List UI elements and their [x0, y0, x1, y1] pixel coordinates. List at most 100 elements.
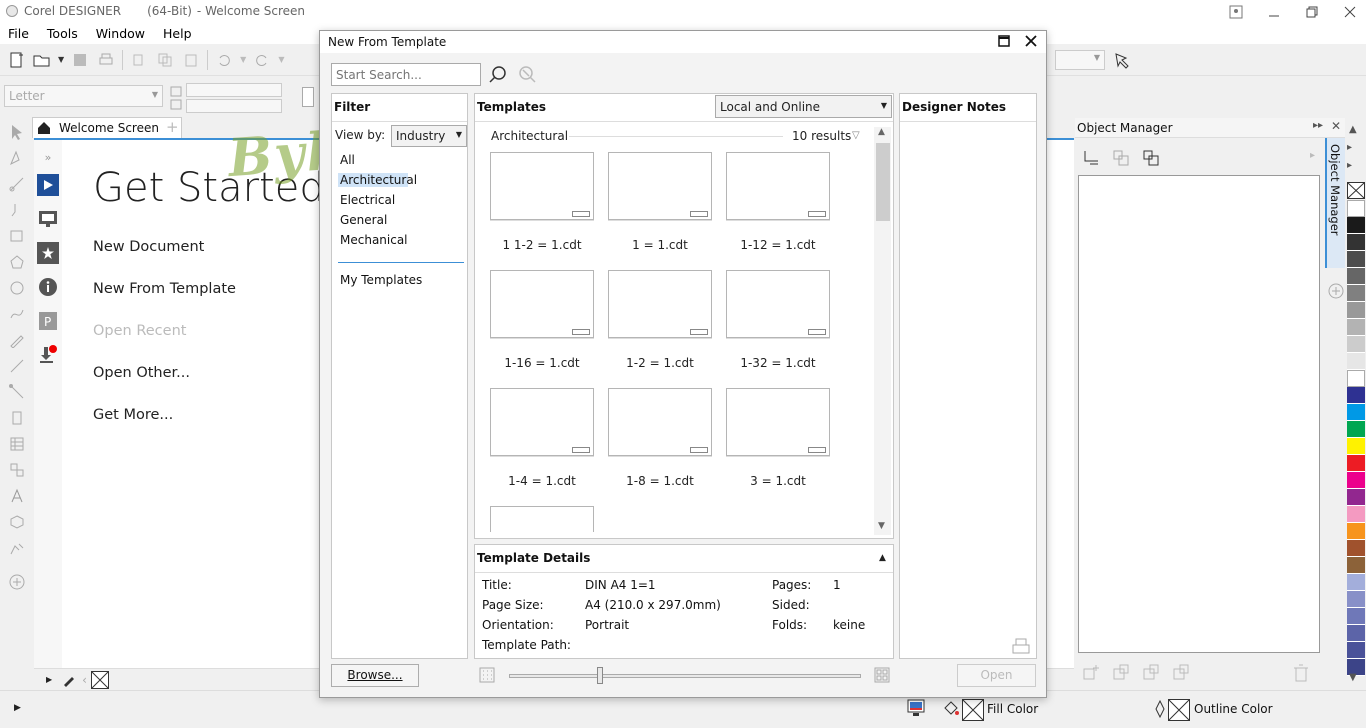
clear-search-icon[interactable]: [517, 65, 537, 85]
filter-item-my-templates[interactable]: My Templates: [340, 273, 422, 287]
menu-file[interactable]: File: [8, 26, 29, 41]
template-item[interactable]: 1-2 = 1.cdt: [603, 270, 721, 388]
template-item[interactable]: 3 = 1.cdt: [721, 388, 839, 506]
undo-dropdown-icon[interactable]: ▼: [240, 55, 246, 64]
palette-swatch[interactable]: [1347, 234, 1365, 251]
open-other-link[interactable]: Open Other...: [93, 365, 190, 381]
template-item[interactable]: 1 = 1.cdt: [603, 152, 721, 270]
template-item[interactable]: 1-12 = 1.cdt: [721, 152, 839, 270]
menu-window[interactable]: Window: [96, 26, 145, 41]
expand-nav-icon[interactable]: »: [37, 146, 59, 168]
palette-swatch[interactable]: [1347, 438, 1365, 455]
close-window-icon[interactable]: [1340, 2, 1360, 22]
status-expand-icon[interactable]: ▶: [14, 703, 21, 713]
palette-swatch[interactable]: [1347, 336, 1365, 353]
template-source-select[interactable]: Local and Online ▼: [715, 95, 892, 118]
text-tool-icon[interactable]: [7, 486, 27, 506]
snap-to-icon[interactable]: [1112, 50, 1132, 70]
page-height-input[interactable]: [186, 99, 282, 113]
palette-swatch[interactable]: [1347, 268, 1365, 285]
scroll-up-icon[interactable]: ▲: [878, 127, 885, 137]
template-thumbnail[interactable]: [608, 270, 712, 338]
restore-icon[interactable]: [1302, 2, 1322, 22]
palette-swatch[interactable]: [1347, 489, 1365, 506]
template-thumbnail[interactable]: [608, 388, 712, 456]
new-master-layer-icon[interactable]: [1111, 663, 1131, 683]
add-tab-icon[interactable]: +: [166, 118, 179, 136]
template-item[interactable]: 1-32 = 1.cdt: [721, 270, 839, 388]
thumbnail-size-slider[interactable]: [509, 674, 861, 678]
template-thumbnail[interactable]: [490, 506, 594, 532]
palette-swatch[interactable]: [1347, 506, 1365, 523]
table-tool-icon[interactable]: [7, 434, 27, 454]
connector-tool-icon[interactable]: [7, 382, 27, 402]
new-master-layer-odd-icon[interactable]: [1141, 663, 1161, 683]
palette-swatch[interactable]: [1347, 353, 1365, 370]
template-thumbnail[interactable]: [490, 270, 594, 338]
new-layer-icon[interactable]: [1081, 663, 1101, 683]
template-item[interactable]: 1-16 = 1.cdt: [485, 270, 603, 388]
crop-tool-icon[interactable]: [7, 174, 27, 194]
palette-scroll-up-icon[interactable]: ▲: [1349, 124, 1357, 135]
undo-icon[interactable]: [214, 50, 234, 70]
new-document-icon[interactable]: [6, 50, 26, 70]
palette-swatch[interactable]: [1347, 404, 1365, 421]
no-color-swatch-icon[interactable]: [90, 670, 109, 689]
object-manager-docker-tab[interactable]: Object Manager: [1325, 138, 1345, 268]
zoom-tool-icon[interactable]: [7, 200, 27, 220]
membership-nav-icon[interactable]: P: [37, 310, 59, 332]
new-document-link[interactable]: New Document: [93, 239, 204, 255]
templates-scrollbar[interactable]: ▲ ▼: [874, 127, 891, 535]
large-thumbnails-icon[interactable]: [874, 667, 890, 683]
template-thumbnail[interactable]: [726, 388, 830, 456]
portrait-icon[interactable]: [302, 87, 314, 107]
ellipse-tool-icon[interactable]: [7, 278, 27, 298]
palette-swatch[interactable]: [1347, 608, 1365, 625]
close-dialog-icon[interactable]: [1024, 34, 1038, 48]
palette-swatch[interactable]: [1347, 387, 1365, 404]
delete-layer-icon[interactable]: [1291, 663, 1311, 683]
palette-swatch[interactable]: [1347, 200, 1365, 217]
get-more-link[interactable]: Get More...: [93, 407, 173, 423]
palette-swatch[interactable]: [1347, 591, 1365, 608]
palette-swatch[interactable]: [1347, 523, 1365, 540]
filter-item-all[interactable]: All: [340, 153, 355, 167]
palette-swatch[interactable]: [1347, 472, 1365, 489]
palette-swatch[interactable]: [1347, 574, 1365, 591]
palette-swatch[interactable]: [1347, 421, 1365, 438]
palette-swatch[interactable]: [1347, 370, 1365, 387]
info-nav-icon[interactable]: [37, 276, 59, 298]
view-by-select[interactable]: Industry ▼: [391, 125, 467, 147]
rectangle-tool-icon[interactable]: [7, 226, 27, 246]
template-item[interactable]: 1-4 = 1.cdt: [485, 388, 603, 506]
filter-item-mechanical[interactable]: Mechanical: [340, 233, 408, 247]
filter-item-general[interactable]: General: [340, 213, 387, 227]
panel-close-icon[interactable]: ✕: [1331, 119, 1341, 133]
color-proof-icon[interactable]: [907, 699, 927, 717]
redo-icon[interactable]: [252, 50, 272, 70]
bezier-tool-icon[interactable]: [7, 304, 27, 324]
template-item[interactable]: 1-8 = 1.cdt: [603, 388, 721, 506]
palette-options-icon[interactable]: ▸: [1347, 142, 1352, 153]
template-thumbnail[interactable]: [608, 152, 712, 220]
template-thumbnail[interactable]: [490, 388, 594, 456]
redo-dropdown-icon[interactable]: ▼: [278, 55, 284, 64]
collapse-category-icon[interactable]: ▽: [852, 130, 860, 141]
panel-options-icon[interactable]: ▸: [1310, 150, 1315, 161]
palette-swatch[interactable]: [1347, 251, 1365, 268]
menu-help[interactable]: Help: [163, 26, 192, 41]
add-tool-icon[interactable]: [7, 572, 27, 592]
edit-across-layers-icon[interactable]: [1111, 148, 1131, 168]
palette-swatch[interactable]: [1347, 642, 1365, 659]
filter-item-electrical[interactable]: Electrical: [340, 193, 395, 207]
browse-button[interactable]: Browse...: [331, 664, 419, 687]
paper-size-combo[interactable]: Letter ▼: [4, 85, 163, 107]
paste-icon[interactable]: [181, 50, 201, 70]
object-list[interactable]: [1078, 175, 1320, 653]
shape-tool-icon[interactable]: [7, 148, 27, 168]
palette-swatch[interactable]: [1347, 540, 1365, 557]
play-icon[interactable]: ▶: [46, 675, 52, 684]
fill-tool-icon[interactable]: [7, 538, 27, 558]
updates-nav-icon[interactable]: [37, 344, 59, 366]
add-docker-icon[interactable]: [1327, 282, 1345, 300]
